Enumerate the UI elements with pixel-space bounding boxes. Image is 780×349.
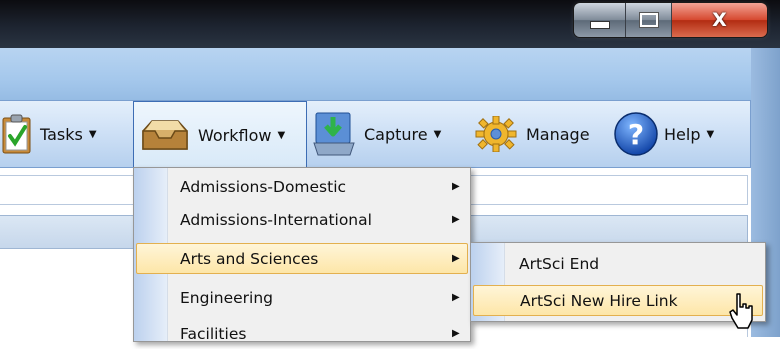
workflow-inbox-icon: [142, 120, 188, 150]
menu-item-admissions-international[interactable]: Admissions-International ▶: [136, 204, 468, 235]
menu-item-label: Admissions-Domestic: [180, 177, 347, 196]
menu-item-admissions-domestic[interactable]: Admissions-Domestic ▶: [136, 171, 468, 202]
menu-item-arts-and-sciences[interactable]: Arts and Sciences ▶: [136, 243, 468, 274]
mouse-pointer-icon: [729, 293, 753, 329]
window-controls: X: [574, 3, 767, 37]
maximize-button[interactable]: [626, 3, 672, 37]
submenu-arrow-icon: ▶: [452, 253, 460, 264]
arts-and-sciences-submenu: ArtSci End ArtSci New Hire Link: [470, 242, 766, 322]
menu-item-label: Facilities: [180, 324, 247, 343]
help-button[interactable]: ? Help ▼: [612, 101, 747, 167]
close-button[interactable]: X: [672, 3, 767, 37]
manage-button[interactable]: Manage: [468, 101, 608, 167]
workflow-dropdown-arrow-icon: ▼: [277, 129, 286, 141]
tasks-button[interactable]: Tasks ▼: [0, 101, 130, 167]
manage-label: Manage: [526, 124, 590, 144]
menu-item-artsci-new-hire-link[interactable]: ArtSci New Hire Link: [473, 285, 763, 316]
minimize-icon: [589, 21, 610, 29]
menu-item-label: Admissions-International: [180, 210, 372, 229]
help-dropdown-arrow-icon: ▼: [706, 128, 715, 140]
main-toolbar: Tasks ▼ Workflow ▼ Capture ▼ Manage ? He…: [0, 100, 751, 168]
menu-item-label: Engineering: [180, 288, 273, 307]
help-question-icon: ?: [614, 112, 658, 156]
help-label: Help: [664, 124, 701, 144]
submenu-arrow-icon: ▶: [452, 292, 460, 303]
submenu-arrow-icon: ▶: [452, 328, 460, 339]
tasks-clipboard-icon: [2, 114, 31, 154]
minimize-button[interactable]: [574, 3, 626, 37]
window-title-bar[interactable]: X: [0, 0, 780, 48]
capture-dropdown-arrow-icon: ▼: [433, 128, 442, 140]
submenu-arrow-icon: ▶: [452, 181, 460, 192]
capture-label: Capture: [364, 124, 428, 144]
workflow-label: Workflow: [198, 125, 272, 145]
maximize-icon: [638, 12, 659, 28]
svg-text:?: ?: [628, 118, 644, 151]
menu-item-label: Arts and Sciences: [180, 249, 319, 268]
menu-item-artsci-end[interactable]: ArtSci End: [473, 248, 763, 279]
capture-scanner-icon: [313, 112, 355, 156]
menu-item-facilities[interactable]: Facilities ▶: [136, 318, 468, 349]
workflow-button[interactable]: Workflow ▼: [133, 101, 307, 168]
menu-item-label: ArtSci End: [519, 254, 600, 273]
menu-item-engineering[interactable]: Engineering ▶: [136, 282, 468, 313]
submenu-arrow-icon: ▶: [452, 214, 460, 225]
workflow-menu: Admissions-Domestic ▶ Admissions-Interna…: [133, 167, 471, 343]
capture-button[interactable]: Capture ▼: [312, 101, 462, 167]
menu-item-label: ArtSci New Hire Link: [520, 291, 678, 310]
tasks-label: Tasks: [40, 124, 83, 144]
ribbon-band: [0, 48, 780, 101]
close-icon: X: [712, 9, 727, 31]
manage-gear-icon: [475, 116, 517, 152]
tasks-dropdown-arrow-icon: ▼: [88, 128, 97, 140]
